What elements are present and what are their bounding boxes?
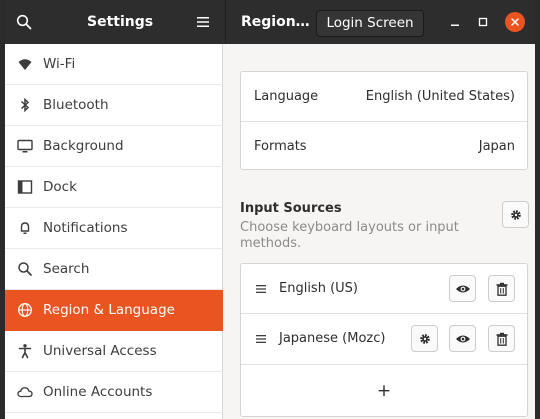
language-formats-card: Language English (United States) Formats… [240, 71, 528, 170]
sidebar-item-label: Online Accounts [43, 384, 153, 400]
sidebar-item-bluetooth[interactable]: Bluetooth [5, 85, 223, 126]
accessibility-icon [17, 343, 33, 359]
maximize-icon [478, 17, 488, 27]
wifi-icon [17, 56, 33, 72]
search-icon [16, 14, 32, 30]
input-source-row-english: English (US) [241, 264, 527, 313]
sidebar-item-notifications[interactable]: Notifications [5, 208, 223, 249]
sidebar-item-label: Wi-Fi [43, 56, 76, 72]
language-label: Language [254, 89, 319, 104]
sidebar-item-label: Bluetooth [43, 97, 109, 113]
monitor-icon [17, 138, 33, 154]
close-icon [511, 18, 519, 26]
drag-handle-icon[interactable] [255, 334, 267, 344]
dock-icon [17, 179, 33, 195]
login-screen-button[interactable]: Login Screen [316, 10, 424, 37]
input-sources-title: Input Sources [240, 201, 342, 216]
search-icon [17, 261, 33, 277]
input-sources-options-button[interactable] [502, 201, 529, 228]
formats-label: Formats [254, 139, 307, 154]
language-value: English (United States) [365, 89, 515, 104]
menu-button[interactable] [188, 7, 218, 37]
sidebar-header: Settings [5, 0, 225, 44]
sidebar: Wi-Fi Bluetooth Background Dock Notifica… [5, 44, 223, 419]
input-source-name: Japanese (Mozc) [279, 331, 386, 346]
add-input-source-button[interactable]: + [241, 365, 527, 417]
sidebar-item-label: Notifications [43, 220, 128, 236]
settings-window: Settings Region… Login Screen Wi-Fi Blue… [5, 0, 535, 419]
sidebar-item-label: Search [43, 261, 90, 277]
input-sources-description: Choose keyboard layouts or input methods… [240, 220, 459, 251]
maximize-button[interactable] [473, 12, 493, 32]
sidebar-item-wifi[interactable]: Wi-Fi [5, 44, 223, 85]
input-sources-list: English (US) Japanese (Mozc) + [240, 263, 528, 417]
preview-layout-button[interactable] [449, 275, 476, 302]
bluetooth-icon [17, 97, 33, 113]
language-row[interactable]: Language English (United States) [241, 72, 527, 121]
sidebar-item-region-language[interactable]: Region & Language [5, 290, 223, 331]
cloud-icon [17, 384, 33, 400]
header-separator [225, 0, 226, 44]
remove-input-source-button[interactable] [488, 275, 515, 302]
drag-handle-icon[interactable] [255, 284, 267, 294]
sidebar-title: Settings [87, 14, 154, 30]
hamburger-menu-icon [197, 17, 209, 27]
sidebar-item-label: Universal Access [43, 343, 157, 359]
preview-layout-button[interactable] [449, 325, 476, 352]
sidebar-item-search[interactable]: Search [5, 249, 223, 290]
search-button[interactable] [9, 7, 39, 37]
sidebar-item-online-accounts[interactable]: Online Accounts [5, 372, 223, 413]
remove-input-source-button[interactable] [488, 325, 515, 352]
formats-value: Japan [478, 139, 515, 154]
input-method-settings-button[interactable] [411, 325, 438, 352]
input-source-name: English (US) [279, 281, 358, 296]
eye-icon [455, 285, 470, 292]
sidebar-item-label: Dock [43, 179, 77, 195]
sidebar-item-dock[interactable]: Dock [5, 167, 223, 208]
gear-icon [510, 209, 521, 220]
input-source-row-japanese: Japanese (Mozc) [241, 314, 527, 364]
formats-row[interactable]: Formats Japan [241, 122, 527, 170]
region-language-panel: Language English (United States) Formats… [224, 44, 535, 419]
eye-icon [455, 335, 470, 342]
sidebar-item-label: Region & Language [43, 302, 175, 318]
sidebar-item-label: Background [43, 138, 124, 154]
bell-icon [17, 220, 33, 236]
header-bar: Settings Region… Login Screen [5, 0, 535, 44]
page-title: Region… [241, 14, 310, 30]
gear-icon [419, 333, 430, 344]
minimize-button[interactable] [445, 12, 465, 32]
sidebar-item-universal-access[interactable]: Universal Access [5, 331, 223, 372]
sidebar-item-background[interactable]: Background [5, 126, 223, 167]
trash-icon [496, 282, 507, 296]
trash-icon [496, 332, 507, 346]
globe-icon [17, 302, 33, 318]
close-button[interactable] [505, 12, 525, 32]
minimize-icon [451, 24, 459, 26]
